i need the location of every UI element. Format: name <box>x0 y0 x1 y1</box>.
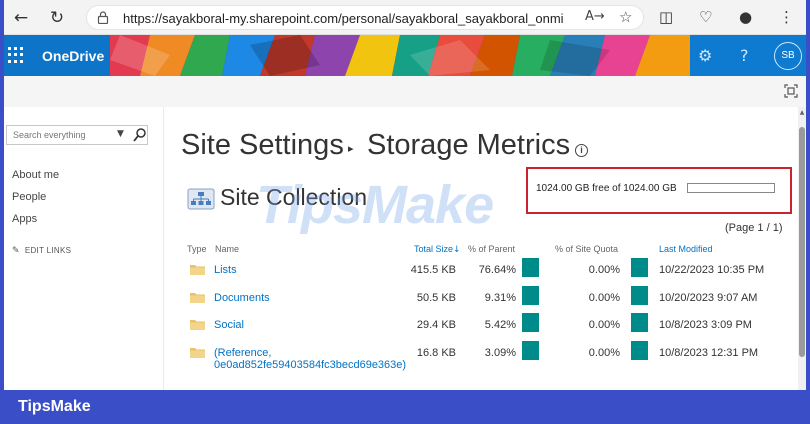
folder-icon <box>190 265 205 275</box>
column-header-name[interactable]: Name <box>215 244 239 254</box>
column-header-type: Type <box>187 244 207 254</box>
suite-bar: OneDrive ⚙ ? SB <box>4 35 806 76</box>
favorite-star-icon[interactable]: ☆ <box>619 8 632 26</box>
row-name-link[interactable]: Lists <box>214 264 237 276</box>
page-title-storage-metrics: Storage Metrics <box>367 129 571 161</box>
column-header-pct-parent[interactable]: % of Parent <box>468 244 515 254</box>
row-total-size: 16.8 KB <box>416 347 456 359</box>
table-row: Documents 50.5 KB 9.31% 0.00% 10/20/2023 9:0… <box>164 286 800 316</box>
focus-on-content-icon[interactable] <box>784 84 798 98</box>
storage-quota-text: 1024.00 GB free of 1024.00 GB <box>536 183 677 194</box>
main-content: Site Settings ▸ Storage Metrics i Site C… <box>164 107 800 390</box>
pct-parent-bar <box>522 341 539 360</box>
pct-parent-bar <box>522 313 539 332</box>
site-collection-icon <box>187 188 215 210</box>
row-last-modified: 10/8/2023 3:09 PM <box>659 319 752 331</box>
nav-link-apps[interactable]: Apps <box>12 213 37 225</box>
row-last-modified: 10/20/2023 9:07 AM <box>659 292 758 304</box>
nav-link-about-me[interactable]: About me <box>12 169 59 181</box>
back-arrow-icon[interactable]: ← <box>10 7 32 29</box>
row-name-link[interactable]: (Reference, 0e0ad852fe59403584fc3becd69e3… <box>214 347 406 371</box>
row-pct-site-quota: 0.00% <box>588 264 620 276</box>
column-header-total-size[interactable]: Total Size↓ <box>414 244 461 255</box>
ribbon-bar <box>4 76 806 107</box>
lock-icon <box>97 11 109 24</box>
pager-label: (Page 1 / 1) <box>725 222 783 234</box>
row-pct-parent: 5.42% <box>484 319 516 331</box>
pct-quota-bar <box>631 341 648 360</box>
row-pct-site-quota: 0.00% <box>588 319 620 331</box>
browser-essentials-icon[interactable]: ♡ <box>699 8 712 26</box>
row-name-line2: 0e0ad852fe59403584fc3becd69e363e) <box>214 359 407 371</box>
nav-link-people[interactable]: People <box>12 191 46 203</box>
left-navigation: Search everything ▼ About me People Apps… <box>4 107 164 390</box>
storage-quota-bar <box>687 183 775 193</box>
table-row: (Reference, 0e0ad852fe59403584fc3becd69e3… <box>164 341 800 371</box>
pct-parent-bar <box>522 258 539 277</box>
pct-quota-bar <box>631 313 648 332</box>
column-header-last-modified[interactable]: Last Modified <box>659 244 713 254</box>
row-name: Lists <box>214 264 237 276</box>
app-launcher-icon[interactable] <box>8 47 24 63</box>
help-icon[interactable]: ? <box>740 46 749 65</box>
search-box[interactable]: Search everything ▼ <box>6 125 148 145</box>
pct-quota-bar <box>631 286 648 305</box>
watermark-text: TipsMake <box>256 175 494 235</box>
more-options-icon[interactable]: ⋮ <box>779 8 794 26</box>
search-scope-dropdown-icon[interactable]: ▼ <box>117 129 124 139</box>
row-name-link[interactable]: Social <box>214 319 244 331</box>
read-aloud-icon[interactable]: A→ <box>585 9 605 24</box>
sort-descending-icon: ↓ <box>453 245 461 255</box>
edit-links-label: EDIT LINKS <box>24 246 72 255</box>
row-pct-parent: 3.09% <box>484 347 516 359</box>
refresh-icon[interactable]: ↻ <box>46 7 68 29</box>
vertical-scrollbar[interactable]: ▲ <box>798 107 806 390</box>
scroll-up-arrow-icon[interactable]: ▲ <box>798 109 806 116</box>
row-pct-parent: 76.64% <box>478 264 516 276</box>
row-total-size: 50.5 KB <box>416 292 456 304</box>
folder-icon <box>190 348 205 358</box>
search-input[interactable]: Search everything <box>13 130 86 140</box>
row-name-link[interactable]: Documents <box>214 292 270 304</box>
sharepoint-page: Search everything ▼ About me People Apps… <box>4 76 806 390</box>
settings-gear-icon[interactable]: ⚙ <box>698 46 712 65</box>
pct-quota-bar <box>631 258 648 277</box>
table-row: Social 29.4 KB 5.42% 0.00% 10/8/2023 3:09 PM <box>164 313 800 343</box>
pencil-icon: ✎ <box>12 246 20 256</box>
user-avatar[interactable]: SB <box>774 42 802 70</box>
table-row: Lists 415.5 KB 76.64% 0.00% 10/22/2023 10:35… <box>164 258 800 288</box>
row-pct-site-quota: 0.00% <box>588 292 620 304</box>
row-pct-site-quota: 0.00% <box>588 347 620 359</box>
column-header-pct-site-quota[interactable]: % of Site Quota <box>555 244 618 254</box>
header-banner-image <box>110 35 690 76</box>
page-title-site-settings[interactable]: Site Settings <box>181 129 344 162</box>
address-bar[interactable]: https://sayakboral-my.sharepoint.com/per… <box>86 5 644 30</box>
info-icon[interactable]: i <box>575 144 588 157</box>
url-text[interactable]: https://sayakboral-my.sharepoint.com/per… <box>123 11 563 26</box>
browser-toolbar: ← ↻ https://sayakboral-my.sharepoint.com… <box>4 0 806 35</box>
onedrive-brand[interactable]: OneDrive <box>42 48 104 64</box>
pct-parent-bar <box>522 286 539 305</box>
edit-links-button[interactable]: ✎ EDIT LINKS <box>12 246 71 256</box>
scrollbar-thumb[interactable] <box>799 127 805 357</box>
profile-icon[interactable]: ● <box>739 8 752 26</box>
row-total-size: 29.4 KB <box>416 319 456 331</box>
row-last-modified: 10/8/2023 12:31 PM <box>659 347 759 359</box>
row-name: Documents <box>214 292 270 304</box>
row-name: Social <box>214 319 244 331</box>
footer-brand: TipsMake <box>18 398 91 415</box>
storage-quota-highlight: 1024.00 GB free of 1024.00 GB <box>526 167 792 214</box>
search-icon[interactable] <box>133 127 147 143</box>
row-name: (Reference, <box>214 347 272 359</box>
column-header-total-size-label: Total Size <box>414 244 454 254</box>
folder-icon <box>190 293 205 303</box>
row-pct-parent: 9.31% <box>484 292 516 304</box>
row-last-modified: 10/22/2023 10:35 PM <box>659 264 765 276</box>
split-screen-icon[interactable]: ◫ <box>659 8 673 26</box>
row-total-size: 415.5 KB <box>410 264 456 276</box>
breadcrumb-arrow-icon: ▸ <box>348 142 354 155</box>
folder-icon <box>190 320 205 330</box>
